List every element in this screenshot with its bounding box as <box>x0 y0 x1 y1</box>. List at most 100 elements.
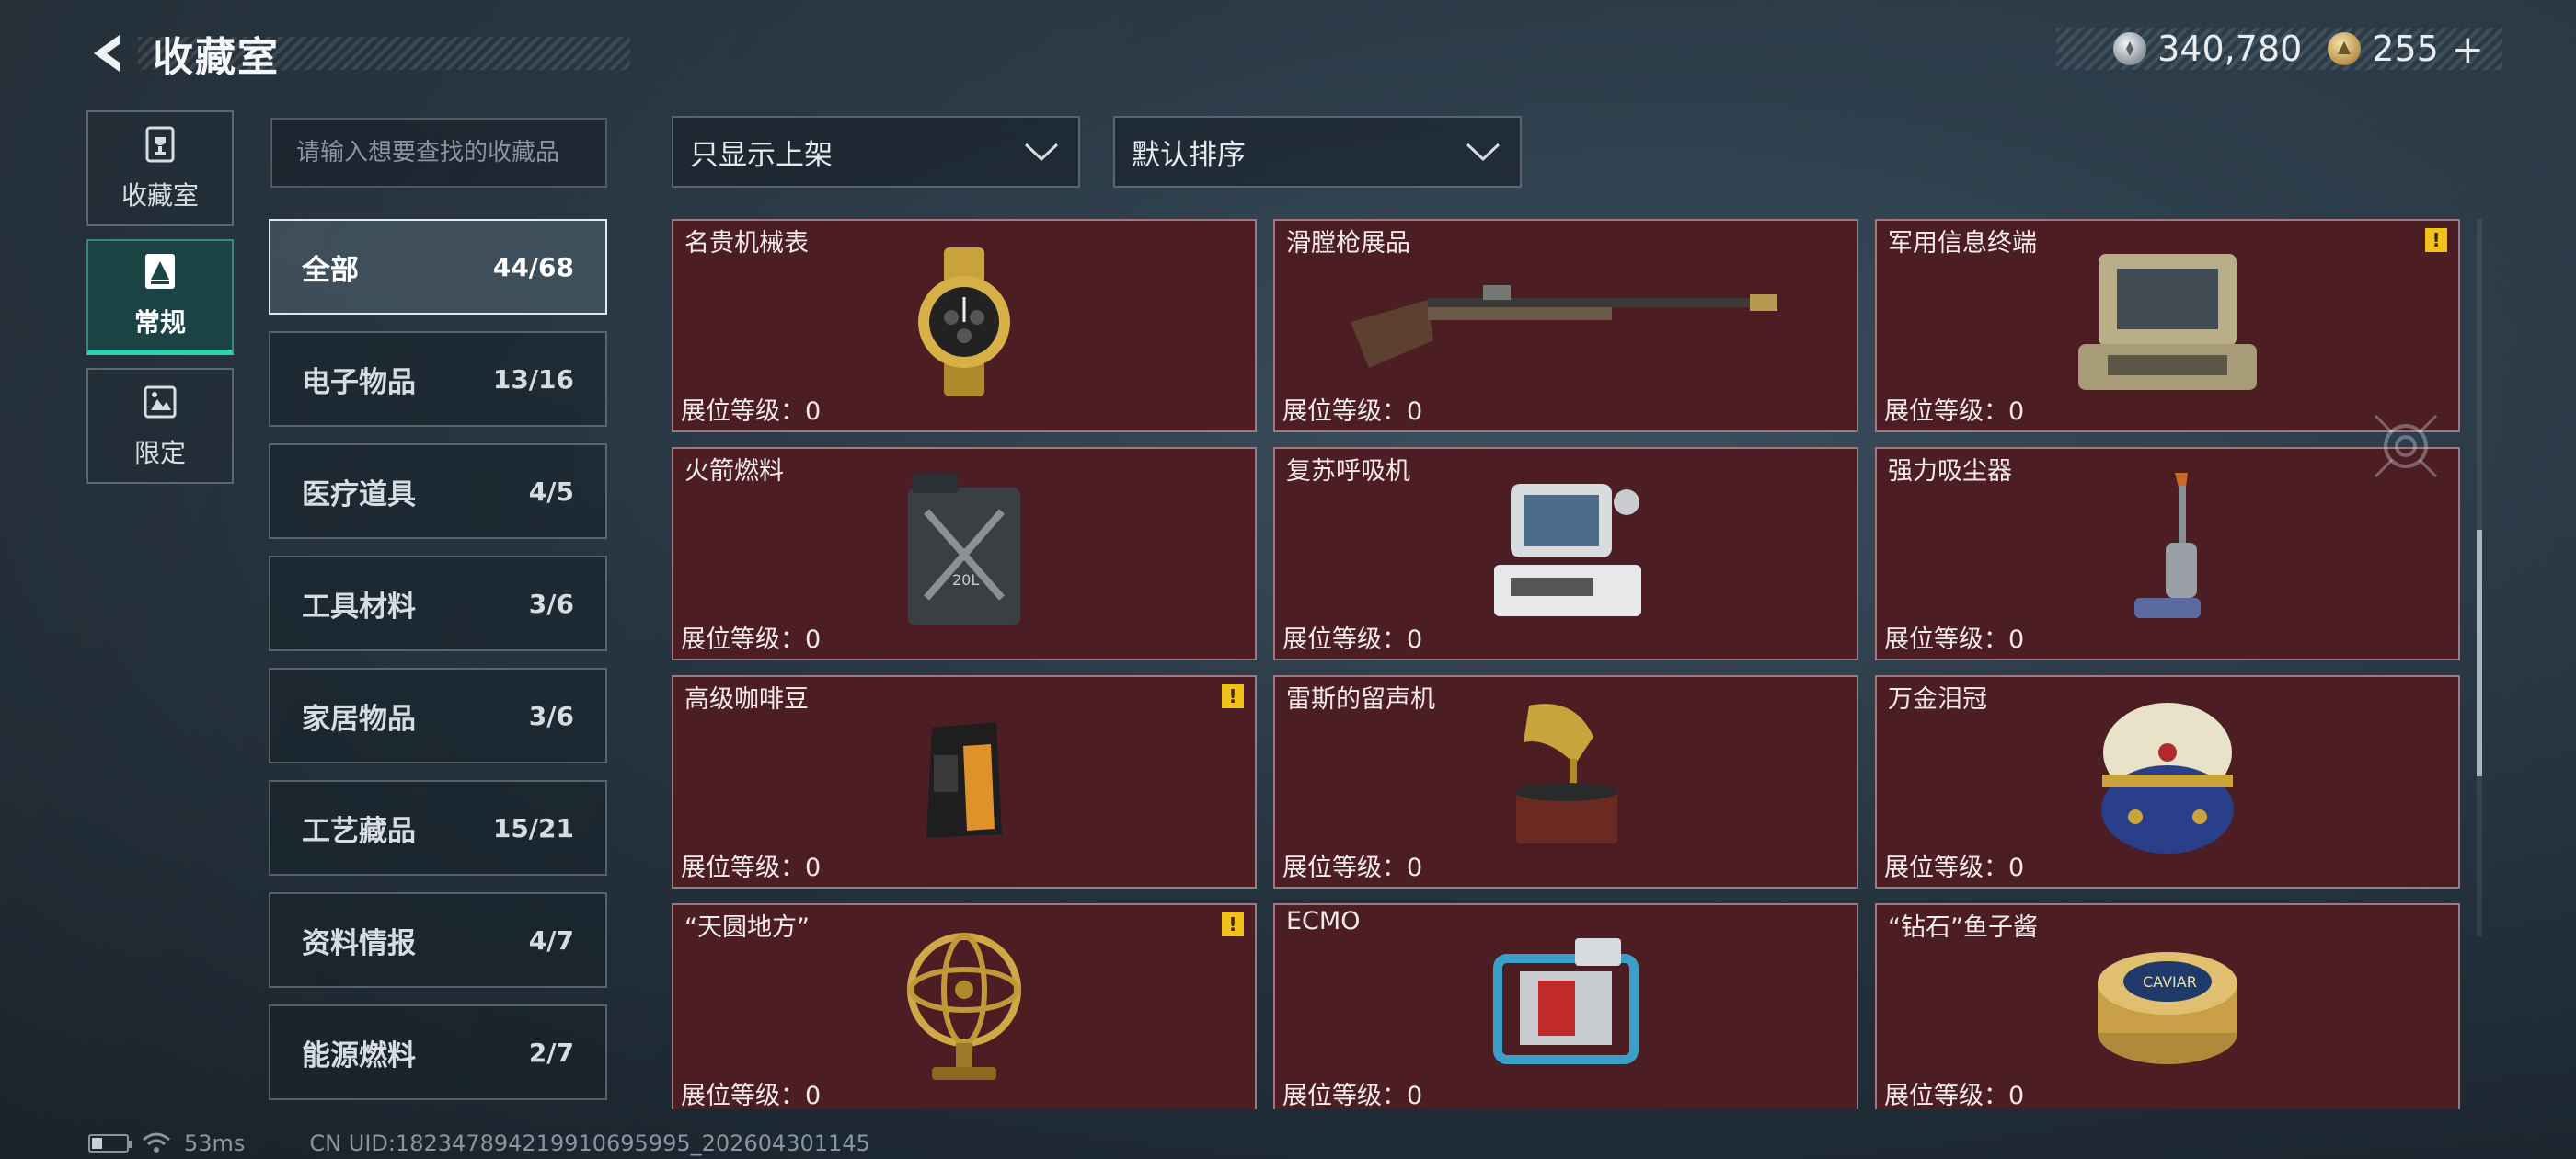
booth-level: 展位等级：0 <box>681 625 822 654</box>
add-currency-button[interactable]: + <box>2452 27 2484 72</box>
header: 收藏室 <box>83 26 630 81</box>
category-name: 医疗道具 <box>302 477 416 511</box>
item-card[interactable]: 名贵机械表 展位等级：0 <box>672 219 1257 432</box>
item-card[interactable]: 雷斯的留声机 展位等级：0 <box>1273 675 1858 889</box>
search-input[interactable] <box>270 118 607 188</box>
booth-level: 展位等级：0 <box>1884 397 2025 426</box>
item-name: “钻石”鱼子酱 <box>1888 913 2038 942</box>
item-name: 火箭燃料 <box>684 457 784 486</box>
back-button[interactable] <box>83 28 134 79</box>
category-medical[interactable]: 医疗道具 4/5 <box>269 443 607 539</box>
alert-badge-icon: ! <box>1222 684 1244 708</box>
category-count: 15/21 <box>492 812 574 843</box>
booth-level: 展位等级：0 <box>1884 1082 2025 1109</box>
armillary-sphere-icon <box>826 925 1102 1087</box>
item-card[interactable]: 高级咖啡豆 ! 展位等级：0 <box>672 675 1257 889</box>
silver-coin-icon <box>2113 32 2147 65</box>
show-filter-dropdown[interactable]: 只显示上架 <box>672 116 1080 188</box>
category-household[interactable]: 家居物品 3/6 <box>269 668 607 763</box>
item-name: 雷斯的留声机 <box>1286 685 1435 714</box>
category-electronics[interactable]: 电子物品 13/16 <box>269 331 607 427</box>
caviar-label: CAVIAR <box>2143 973 2197 991</box>
gold-currency: 255 + <box>2328 27 2484 72</box>
nav-item-limited[interactable]: 限定 <box>86 368 234 484</box>
item-card[interactable]: 滑膛枪展品 展位等级：0 <box>1273 219 1858 432</box>
item-name: 万金泪冠 <box>1888 685 1987 714</box>
limited-icon <box>142 382 178 422</box>
booth-level: 展位等级：0 <box>681 854 822 882</box>
sort-dropdown[interactable]: 默认排序 <box>1113 116 1522 188</box>
nav-item-regular[interactable]: 常规 <box>86 239 234 355</box>
dropdown-value: 默认排序 <box>1132 138 1246 172</box>
status-footer: 53ms CN UID:182347894219910695995_202604… <box>88 1130 870 1157</box>
vacuum-cleaner-icon <box>2030 469 2306 631</box>
item-card[interactable]: 火箭燃料 20L 展位等级：0 <box>672 447 1257 660</box>
ventilator-icon <box>1428 469 1704 631</box>
booth-level: 展位等级：0 <box>1282 625 1423 654</box>
musket-icon <box>1327 241 1805 403</box>
item-name: 高级咖啡豆 <box>684 685 809 714</box>
ecmo-machine-icon <box>1428 925 1704 1087</box>
item-card[interactable]: “天圆地方” ! 展位等级：0 <box>672 903 1257 1109</box>
category-count: 44/68 <box>492 251 574 282</box>
back-arrow-icon <box>94 35 120 72</box>
booth-level: 展位等级：0 <box>1282 1082 1423 1109</box>
jeweled-egg-icon <box>2030 697 2306 859</box>
user-uid: CN UID:182347894219910695995_20260430114… <box>309 1130 870 1156</box>
item-name: ECMO <box>1286 907 1361 935</box>
collection-grid: 名贵机械表 展位等级：0 滑膛枪展品 展位等级：0 军用信息终端 ! 展位等级：… <box>672 219 2462 1109</box>
gold-amount: 255 <box>2372 29 2439 69</box>
category-crafts[interactable]: 工艺藏品 15/21 <box>269 780 607 876</box>
category-count: 4/5 <box>528 476 574 507</box>
chevron-down-icon <box>1466 143 1501 162</box>
category-count: 4/7 <box>528 924 574 956</box>
item-card[interactable]: “钻石”鱼子酱 CAVIAR 展位等级：0 <box>1875 903 2460 1109</box>
battery-icon <box>88 1134 132 1153</box>
grid-scrollbar[interactable] <box>2477 219 2482 936</box>
category-tools[interactable]: 工具材料 3/6 <box>269 556 607 651</box>
gramophone-icon <box>1428 697 1704 859</box>
category-count: 2/7 <box>528 1037 574 1068</box>
silver-amount: 340,780 <box>2157 29 2303 69</box>
currency-bar: 340,780 255 + <box>2056 27 2502 72</box>
item-card[interactable]: 万金泪冠 展位等级：0 <box>1875 675 2460 889</box>
nav-item-collection-room[interactable]: 收藏室 <box>86 110 234 226</box>
category-fuel[interactable]: 能源燃料 2/7 <box>269 1004 607 1100</box>
category-name: 工艺藏品 <box>302 814 416 848</box>
booth-level: 展位等级：0 <box>681 1082 822 1109</box>
category-intel[interactable]: 资料情报 4/7 <box>269 892 607 988</box>
luxury-watch-icon <box>826 241 1102 403</box>
item-card[interactable]: ECMO 展位等级：0 <box>1273 903 1858 1109</box>
category-all[interactable]: 全部 44/68 <box>269 219 607 315</box>
nav-label: 收藏室 <box>121 180 199 211</box>
booth-level: 展位等级：0 <box>1282 854 1423 882</box>
item-card[interactable]: 军用信息终端 ! 展位等级：0 <box>1875 219 2460 432</box>
left-nav: 收藏室 常规 限定 <box>86 110 234 497</box>
category-name: 工具材料 <box>302 590 416 624</box>
category-name: 能源燃料 <box>302 1039 416 1073</box>
item-name: 名贵机械表 <box>684 229 809 258</box>
item-card[interactable]: 强力吸尘器 展位等级：0 <box>1875 447 2460 660</box>
ping-value: 53ms <box>184 1130 246 1156</box>
item-name: 复苏呼吸机 <box>1286 457 1410 486</box>
item-name: “天圆地方” <box>684 913 810 942</box>
scrollbar-thumb[interactable] <box>2477 530 2482 776</box>
trophy-icon <box>142 124 178 165</box>
category-name: 电子物品 <box>302 365 416 399</box>
caviar-tin-icon: CAVIAR <box>2030 925 2306 1087</box>
category-name: 家居物品 <box>302 702 416 736</box>
item-name: 军用信息终端 <box>1888 229 2037 258</box>
category-count: 3/6 <box>528 588 574 619</box>
alert-badge-icon: ! <box>2425 228 2447 252</box>
chevron-down-icon <box>1024 143 1059 162</box>
category-count: 3/6 <box>528 700 574 731</box>
page-title: 收藏室 <box>153 34 280 81</box>
category-count: 13/16 <box>492 363 574 395</box>
gold-coin-icon <box>2328 32 2362 65</box>
collection-icon <box>142 251 178 292</box>
item-card[interactable]: 复苏呼吸机 展位等级：0 <box>1273 447 1858 660</box>
jerrycan-icon: 20L <box>826 469 1102 631</box>
jerrycan-label: 20L <box>952 571 979 589</box>
booth-level: 展位等级：0 <box>1282 397 1423 426</box>
booth-level: 展位等级：0 <box>1884 854 2025 882</box>
